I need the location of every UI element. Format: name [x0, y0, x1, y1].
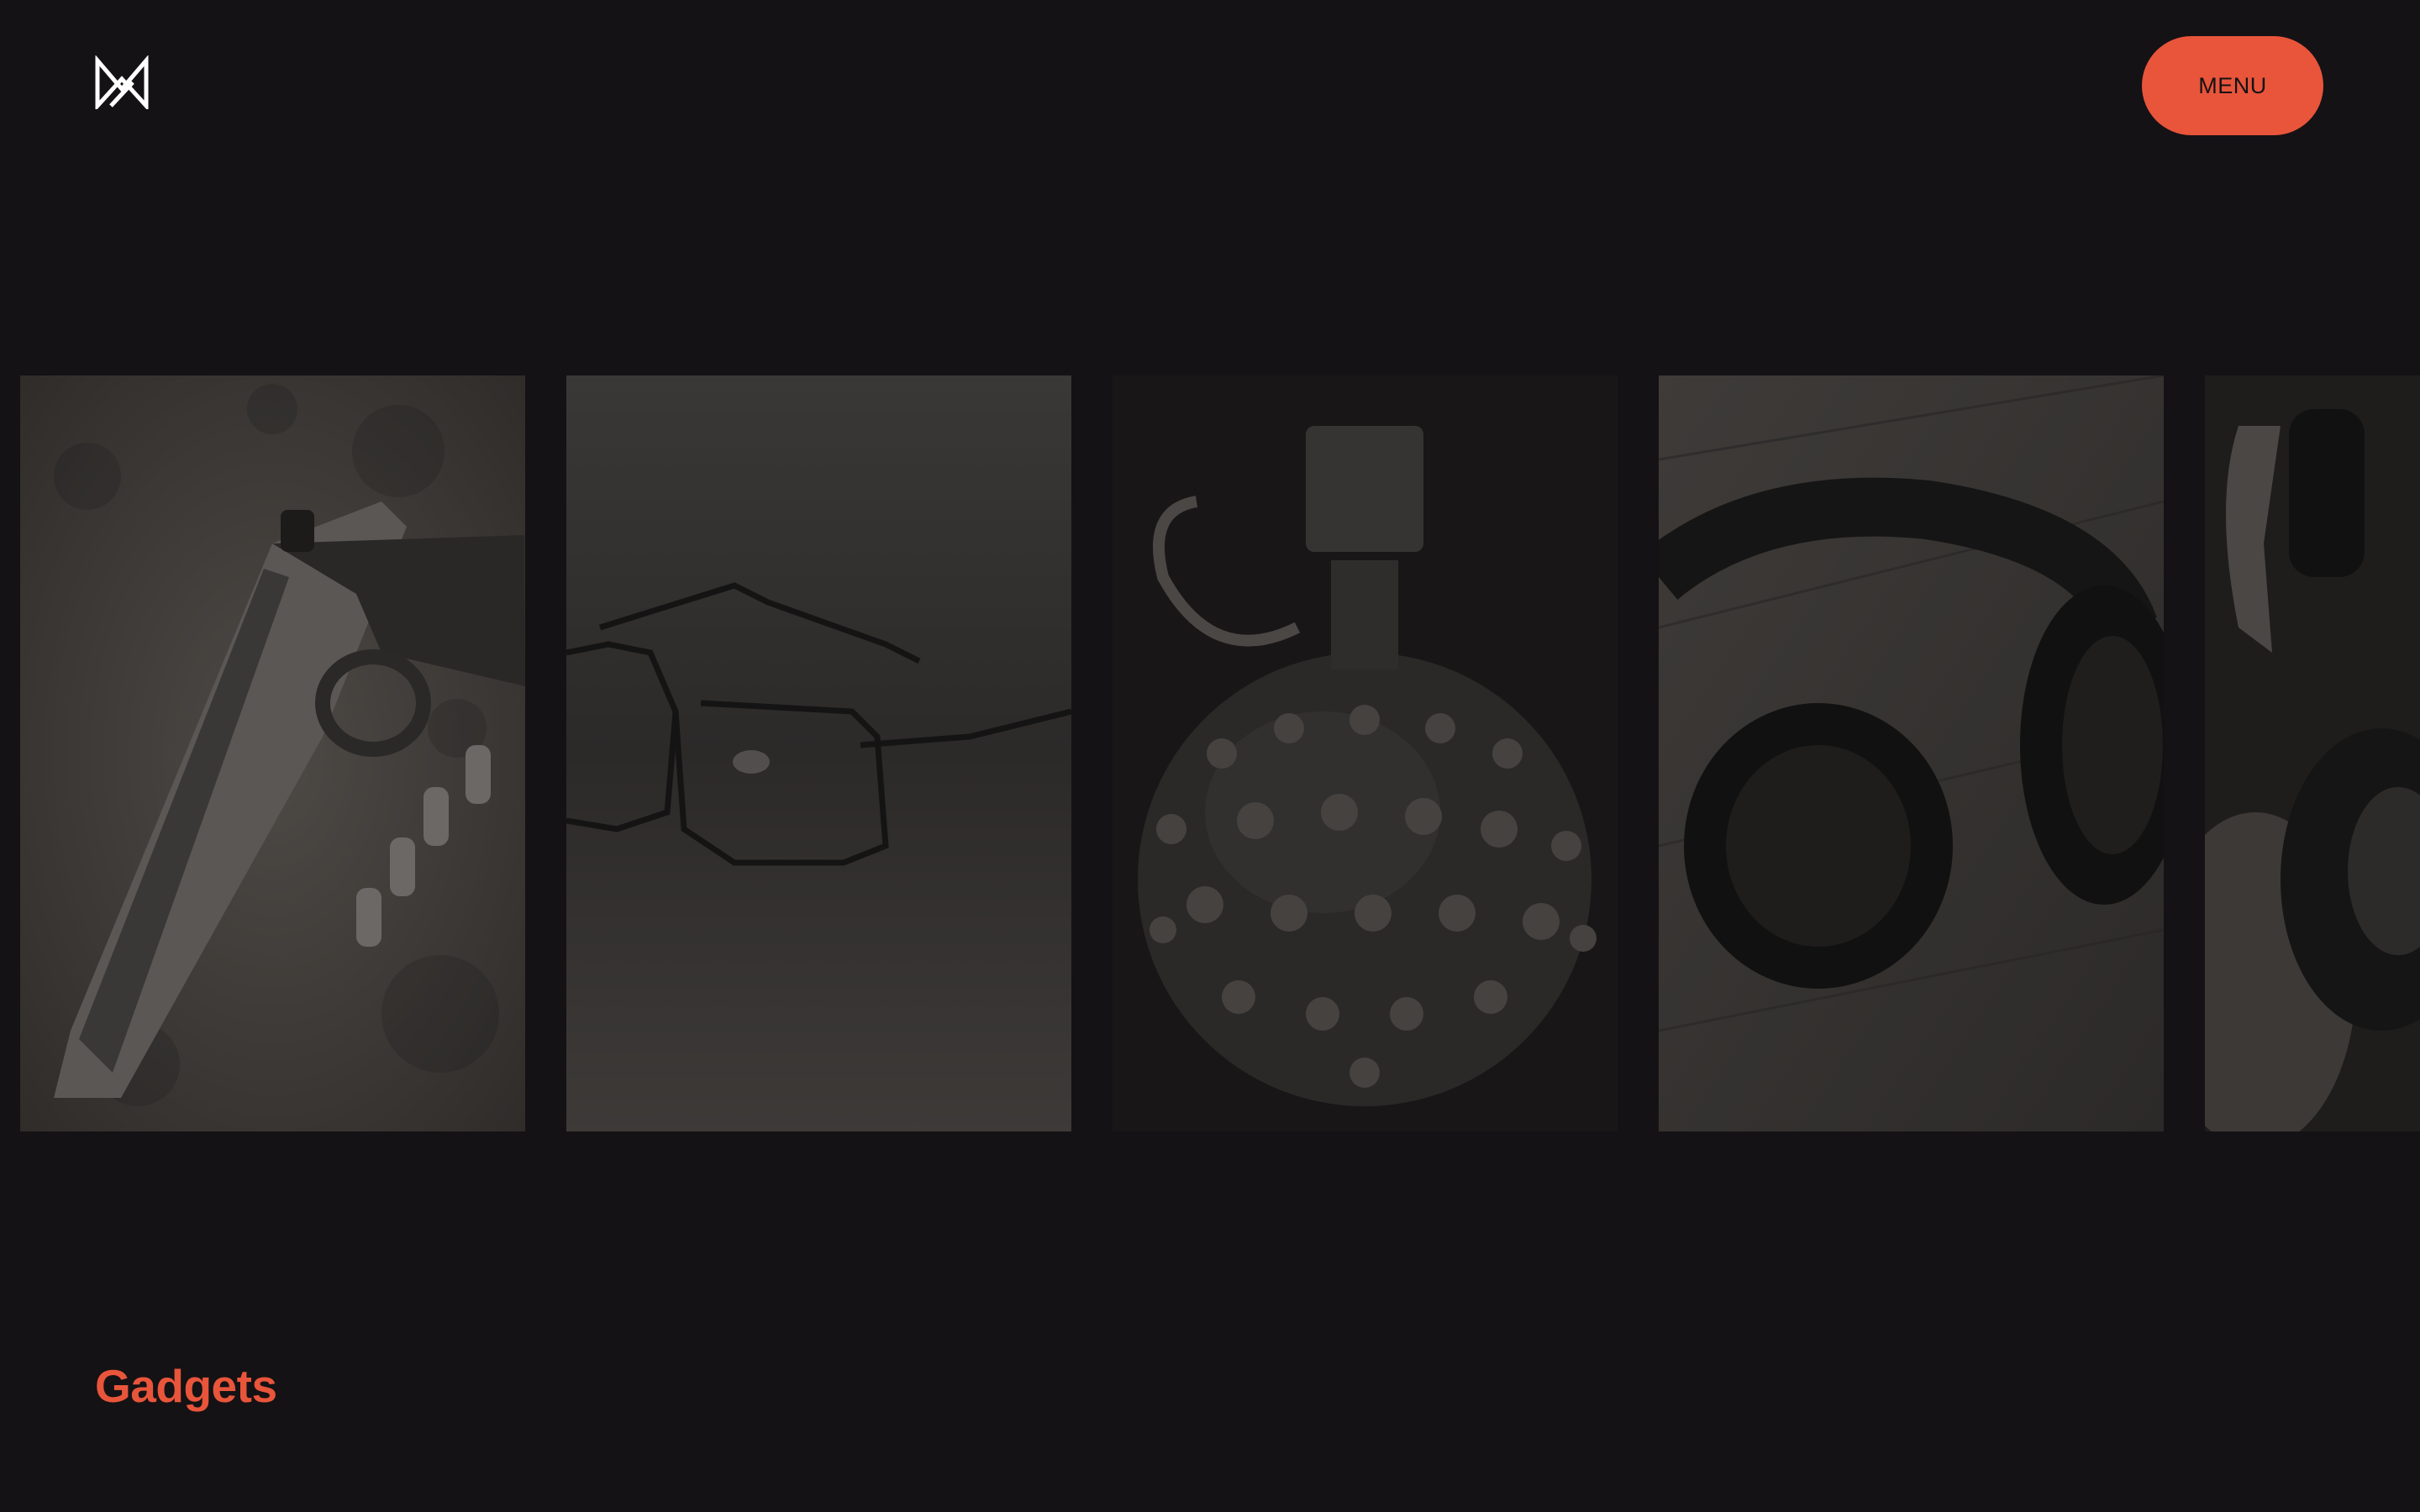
- gallery-card-glasses[interactable]: [566, 375, 1071, 1131]
- menu-button[interactable]: MENU: [2142, 36, 2323, 135]
- gadget-image: [2205, 375, 2420, 1131]
- page: MENU Gadgets: [0, 0, 2420, 1512]
- gallery-card-gadget[interactable]: [2205, 375, 2420, 1131]
- glasses-image: [566, 375, 1071, 1131]
- headphones-image: [1659, 375, 2164, 1131]
- gadget-gallery[interactable]: [0, 375, 2420, 1131]
- gallery-card-pistol[interactable]: [20, 375, 525, 1131]
- section-title: Gadgets: [95, 1360, 277, 1412]
- gallery-card-grenade[interactable]: [1113, 375, 1618, 1131]
- pistol-image: [20, 375, 525, 1131]
- gallery-card-headphones[interactable]: [1659, 375, 2164, 1131]
- logo-icon[interactable]: [94, 55, 150, 112]
- grenade-image: [1113, 375, 1618, 1131]
